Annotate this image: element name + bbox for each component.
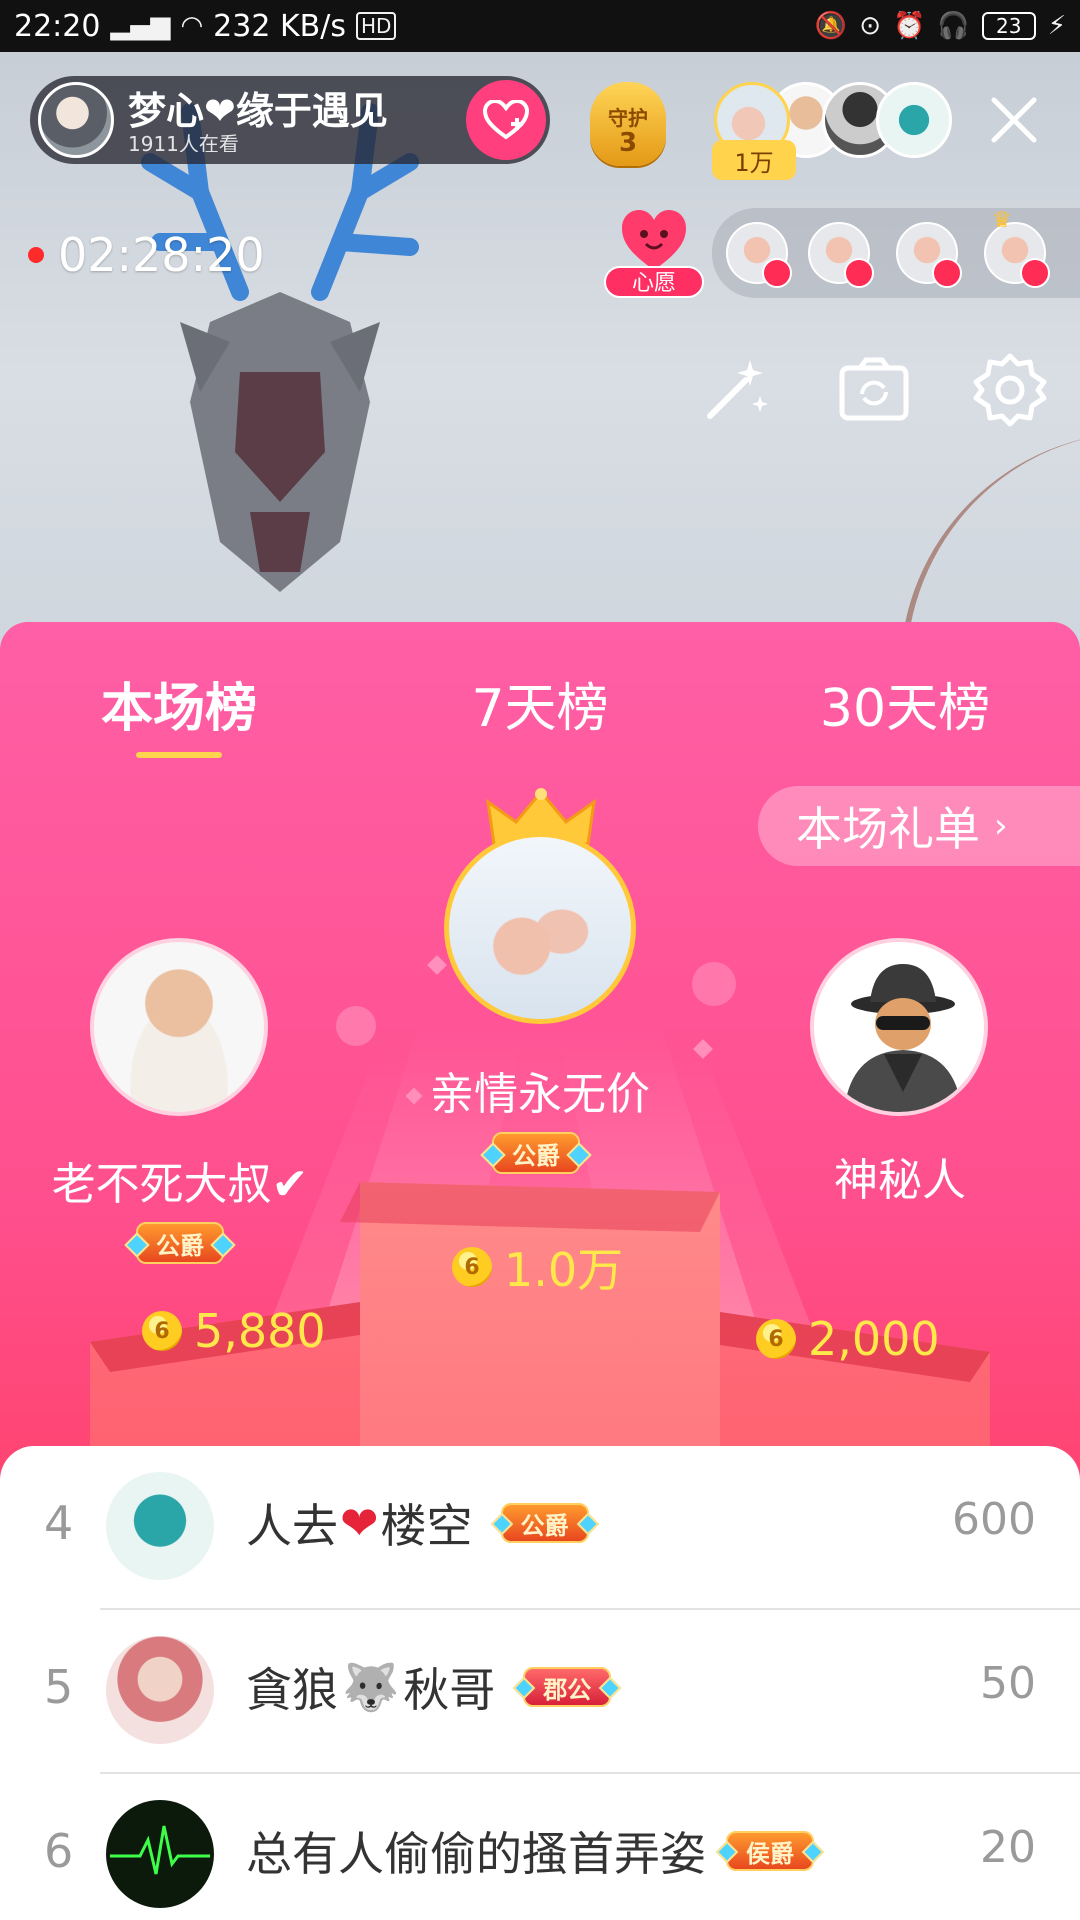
signal-icon: ▂▄▆: [110, 11, 171, 41]
tab-current[interactable]: 本场榜: [84, 666, 274, 741]
tab-7days[interactable]: 7天榜: [440, 666, 640, 741]
guard-label: 守护: [608, 106, 648, 130]
user-score: 20: [980, 1822, 1036, 1873]
status-time: 22:20: [14, 8, 101, 44]
coin-icon: 6: [756, 1319, 796, 1359]
viewer-avatar[interactable]: [876, 82, 952, 158]
rank2-badge: 公爵: [136, 1222, 224, 1264]
close-icon[interactable]: [984, 90, 1044, 150]
seat-avatar[interactable]: [896, 222, 962, 288]
lock-rotation-icon: ⊙: [859, 11, 881, 41]
list-item[interactable]: 5 貪狼 🐺 秋哥 郡公 50: [0, 1610, 1080, 1774]
user-score: 50: [980, 1658, 1036, 1709]
follow-button[interactable]: [466, 80, 546, 160]
crown-icon: ♛: [992, 208, 1012, 233]
duration-text: 02:28:20: [58, 228, 265, 282]
sofa-icon: [932, 258, 962, 288]
rank2-coins: 6 5,880: [142, 1304, 326, 1358]
rank-number: 5: [44, 1660, 74, 1714]
seat-strip[interactable]: ♛: [712, 208, 1080, 298]
mystery-man-icon: [844, 964, 962, 1112]
charging-icon: ⚡: [1047, 11, 1066, 41]
rank-number: 4: [44, 1496, 74, 1550]
sofa-icon: [762, 258, 792, 288]
rank2-name: 老不死大叔✔: [51, 1159, 309, 1210]
rank-number: 6: [44, 1824, 74, 1878]
rank2-coin-value: 5,880: [194, 1304, 326, 1358]
magic-wand-icon[interactable]: [698, 352, 774, 428]
rank1-coin-value: 1.0万: [504, 1243, 624, 1297]
wish-label: 心愿: [604, 266, 704, 298]
rank3-coins: 6 2,000: [756, 1312, 940, 1366]
rank2-avatar[interactable]: [90, 938, 268, 1116]
anchor-avatar[interactable]: [38, 82, 114, 158]
battery-indicator: 23: [981, 12, 1036, 40]
rank1-badge: 公爵: [492, 1132, 580, 1174]
live-duration: 02:28:20: [28, 228, 265, 282]
user-name: 人去 ❤ 楼空 公爵: [246, 1490, 589, 1556]
network-speed: 232 KB/s: [213, 8, 346, 44]
user-name: 貪狼 🐺 秋哥 郡公: [246, 1654, 612, 1720]
heart-icon: ❤: [340, 1496, 379, 1550]
chevron-right-icon: ›: [994, 806, 1008, 846]
rank-badge: 公爵: [500, 1503, 589, 1543]
user-avatar[interactable]: [106, 1472, 214, 1580]
seat-avatar[interactable]: ♛: [984, 208, 1050, 288]
list-item[interactable]: 4 人去 ❤ 楼空 公爵 600: [0, 1446, 1080, 1610]
user-name-part: 貪狼: [246, 1663, 338, 1717]
user-name-part: 人去: [246, 1499, 338, 1553]
user-avatar[interactable]: [106, 1636, 214, 1744]
anchor-name: 梦心❤缘于遇见: [128, 89, 388, 133]
user-avatar[interactable]: [106, 1800, 214, 1908]
tab-indicator: [136, 752, 222, 758]
wifi-icon: ◠: [180, 11, 204, 41]
rank3-name: 神秘人: [834, 1155, 966, 1206]
user-name-part: 总有人偷偷的搔首弄姿: [246, 1827, 706, 1881]
ranking-tabs: 本场榜 7天榜 30天榜: [0, 642, 1080, 758]
wall-corner: [900, 432, 1080, 642]
sofa-icon: [844, 258, 874, 288]
list-item[interactable]: 6 总有人偷偷的搔首弄姿 侯爵 20: [0, 1774, 1080, 1920]
anchor-info-pill[interactable]: 梦心❤缘于遇见 1911人在看: [30, 76, 550, 164]
live-dot-icon: [28, 247, 44, 263]
user-score: 600: [952, 1494, 1036, 1545]
camera-switch-icon[interactable]: [836, 352, 912, 428]
gift-list-label: 本场礼单: [796, 802, 980, 856]
user-name-part: 楼空: [380, 1499, 473, 1553]
rank1-avatar[interactable]: [444, 832, 636, 1024]
alarm-icon: ⏰: [892, 11, 926, 41]
status-bar: 22:20 ▂▄▆ ◠ 232 KB/s HD 🔕 ⊙ ⏰ 🎧 23 ⚡: [0, 0, 1080, 52]
guard-count: 3: [618, 128, 638, 158]
wish-button[interactable]: 心愿: [604, 204, 704, 304]
coin-icon: 6: [142, 1311, 182, 1351]
rank3-avatar[interactable]: [810, 938, 988, 1116]
mute-icon: 🔕: [814, 11, 848, 41]
sofa-icon: [1020, 258, 1050, 288]
tab-30days[interactable]: 30天榜: [800, 666, 1010, 741]
settings-gear-icon[interactable]: [972, 352, 1048, 428]
rank-badge: 郡公: [523, 1667, 612, 1707]
gift-list-button[interactable]: 本场礼单 ›: [758, 786, 1080, 866]
heart-plus-icon: [483, 100, 529, 140]
anchor-info: 梦心❤缘于遇见 1911人在看: [128, 88, 466, 152]
rank1-name: 亲情永无价: [430, 1069, 650, 1120]
user-name-part: 秋哥: [403, 1663, 496, 1717]
user-name: 总有人偷偷的搔首弄姿 侯爵: [246, 1818, 814, 1884]
headphone-icon: 🎧: [937, 11, 970, 41]
rank1-coins: 6 1.0万: [452, 1234, 623, 1300]
heartbeat-icon: [110, 1825, 210, 1875]
seat-avatar[interactable]: [808, 222, 874, 288]
seat-avatar[interactable]: [726, 222, 792, 288]
guard-badge[interactable]: 守护 3: [580, 80, 676, 168]
coin-icon: 6: [452, 1247, 492, 1287]
viewer-total-badge[interactable]: 1万: [712, 140, 796, 180]
viewer-count: 1911人在看: [128, 134, 239, 152]
hd-icon: HD: [355, 12, 397, 40]
rank3-coin-value: 2,000: [808, 1312, 940, 1366]
ranking-list: 4 人去 ❤ 楼空 公爵 600 5 貪狼 🐺 秋哥 郡公 50 6 总有人偷偷…: [0, 1446, 1080, 1920]
rank-badge: 侯爵: [726, 1831, 814, 1871]
wolf-icon: 🐺: [342, 1659, 400, 1714]
